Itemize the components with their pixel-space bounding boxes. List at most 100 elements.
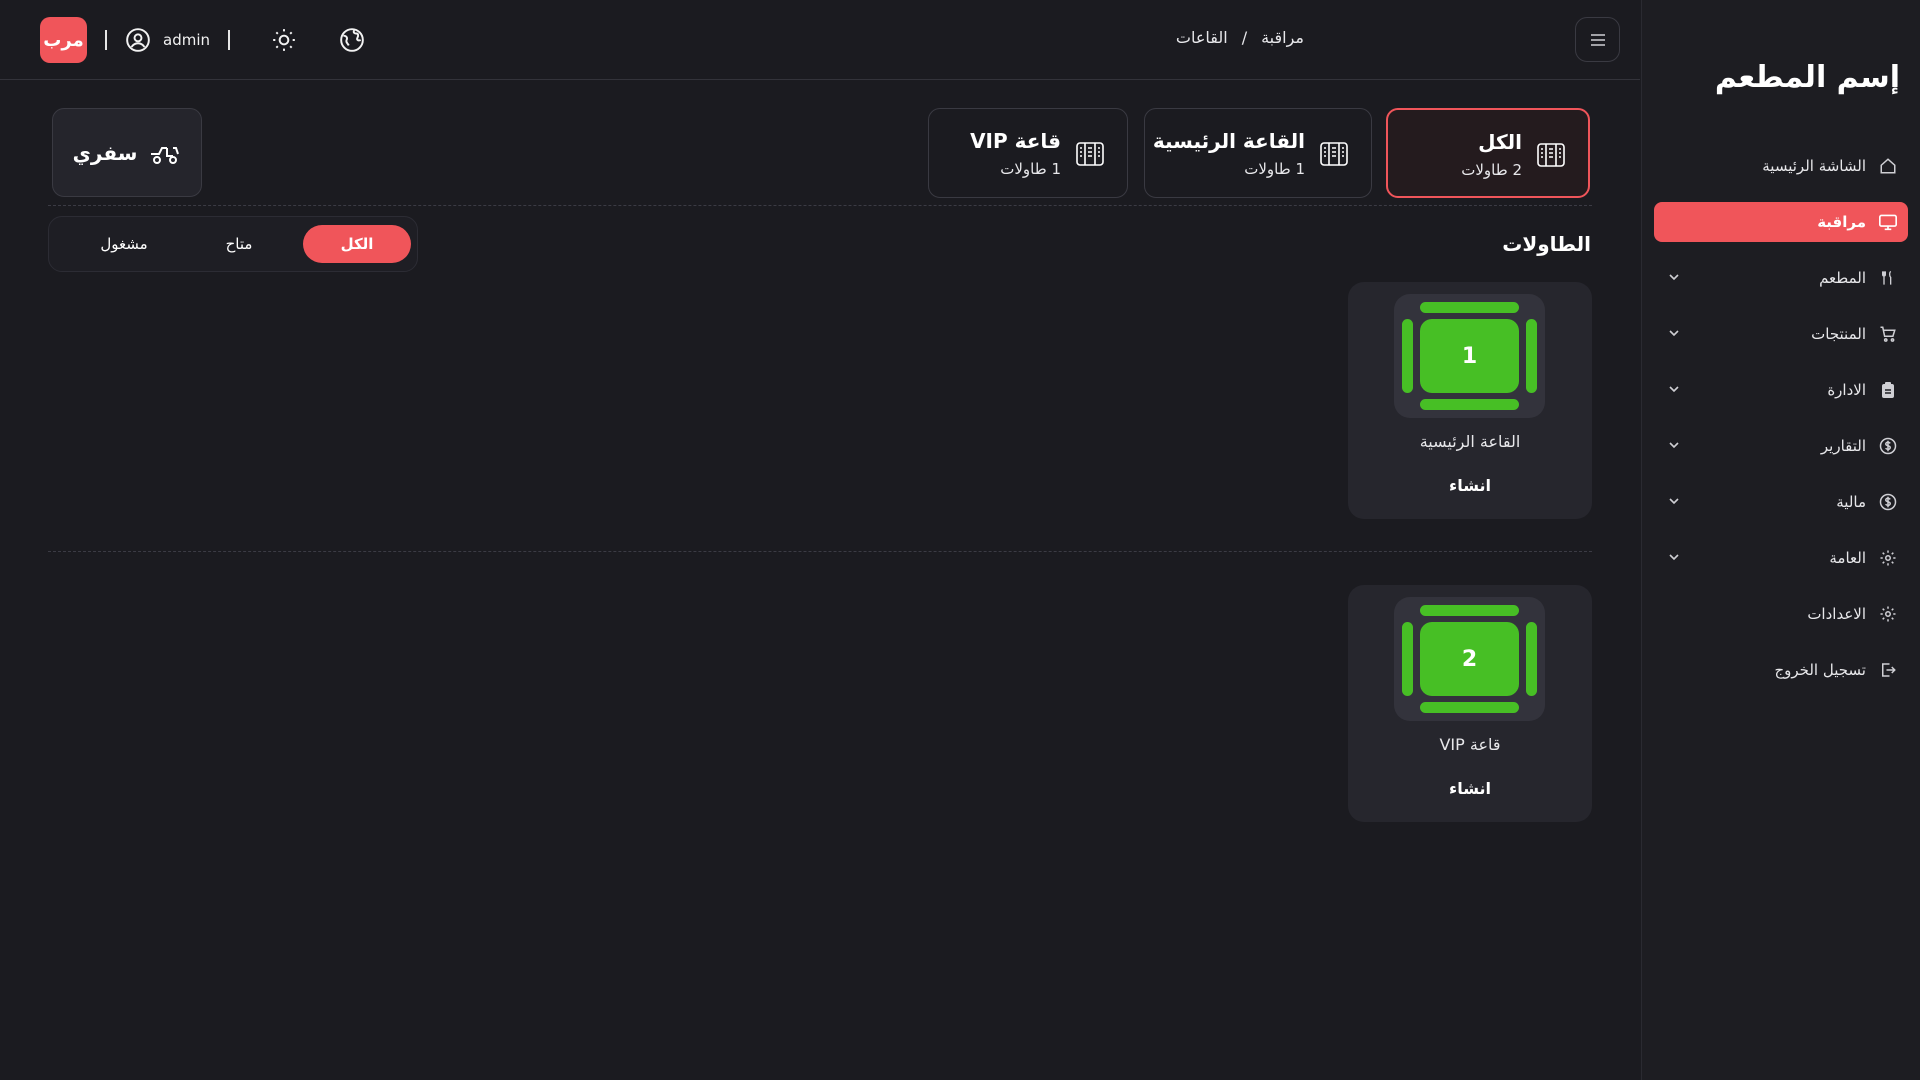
table-hall-name: قاعة VIP xyxy=(1439,735,1501,754)
top-header: مراقبة / القاعات مرب admin xyxy=(0,0,1640,80)
sidebar-item-home[interactable]: الشاشة الرئيسية xyxy=(1654,146,1908,186)
table-card[interactable]: 1 القاعة الرئيسية انشاء xyxy=(1348,282,1592,519)
logo-text: مرب xyxy=(43,29,84,51)
tables-section-title: الطاولات xyxy=(1502,232,1591,256)
section-divider xyxy=(48,551,1592,552)
hall-name: القاعة الرئيسية xyxy=(1152,129,1305,153)
sidebar-item-label: العامة xyxy=(1829,549,1866,567)
monitor-icon xyxy=(1878,212,1898,232)
table-diagram: 1 xyxy=(1394,294,1545,418)
table-diagram: 2 xyxy=(1394,597,1545,721)
dollar-icon xyxy=(1878,492,1898,512)
table-number: 1 xyxy=(1420,319,1519,393)
chevron-down-icon xyxy=(1669,554,1679,561)
chevron-down-icon xyxy=(1669,386,1679,393)
gear-icon xyxy=(1878,548,1898,568)
breadcrumb: مراقبة / القاعات xyxy=(1176,28,1304,47)
sidebar-item-label: الشاشة الرئيسية xyxy=(1762,157,1866,175)
breadcrumb-separator: / xyxy=(1241,28,1248,47)
sidebar-item-settings[interactable]: الاعدادات xyxy=(1654,594,1908,634)
globe-icon xyxy=(340,28,364,52)
hall-table-count: 2 طاولات xyxy=(1461,161,1522,179)
chair-bottom xyxy=(1420,702,1519,713)
sidebar-item-label: تسجيل الخروج xyxy=(1774,661,1866,679)
filter-available-button[interactable]: متاح xyxy=(189,225,289,263)
chevron-down-icon xyxy=(1669,442,1679,449)
sidebar-item-label: مالية xyxy=(1836,493,1866,511)
divider xyxy=(228,30,230,50)
delivery-icon xyxy=(151,146,180,164)
hall-tab-vip[interactable]: قاعة VIP 1 طاولات xyxy=(928,108,1128,198)
chair-right xyxy=(1526,622,1537,696)
filter-occupied-button[interactable]: مشغول xyxy=(69,225,179,263)
home-icon xyxy=(1878,156,1898,176)
hall-tab-main[interactable]: القاعة الرئيسية 1 طاولات xyxy=(1144,108,1372,198)
chevron-down-icon xyxy=(1669,274,1679,281)
takeaway-button[interactable]: سفري xyxy=(52,108,202,197)
hall-table-count: 1 طاولات xyxy=(1244,160,1305,178)
sidebar-item-restaurant[interactable]: المطعم xyxy=(1654,258,1908,298)
username: admin xyxy=(163,31,210,49)
hall-tabs: الكل 2 طاولات القاعة الرئيسية 1 طاولات ق… xyxy=(0,108,1640,198)
app-root: إسم المطعم الشاشة الرئيسية مراقبة المطعم xyxy=(0,0,1920,1080)
sidebar-item-logout[interactable]: تسجيل الخروج xyxy=(1654,650,1908,690)
clipboard-icon xyxy=(1878,380,1898,400)
sun-icon xyxy=(273,29,295,51)
create-order-button[interactable]: انشاء xyxy=(1348,476,1592,495)
sidebar-item-label: مراقبة xyxy=(1817,213,1866,231)
table-card[interactable]: 2 قاعة VIP انشاء xyxy=(1348,585,1592,822)
restaurant-name: إسم المطعم xyxy=(1714,60,1900,95)
hall-tab-all[interactable]: الكل 2 طاولات xyxy=(1386,108,1590,198)
sidebar-item-finance[interactable]: مالية xyxy=(1654,482,1908,522)
sidebar-item-reports[interactable]: التقارير xyxy=(1654,426,1908,466)
table-grid-icon xyxy=(1076,142,1104,166)
user-menu[interactable]: admin xyxy=(125,27,210,53)
chair-right xyxy=(1526,319,1537,393)
theme-toggle-button[interactable] xyxy=(270,26,298,54)
chevron-down-icon xyxy=(1669,498,1679,505)
cart-icon xyxy=(1878,324,1898,344)
sidebar-item-monitoring[interactable]: مراقبة xyxy=(1654,202,1908,242)
breadcrumb-item-halls[interactable]: القاعات xyxy=(1176,28,1228,47)
table-grid-icon xyxy=(1320,142,1348,166)
hamburger-icon xyxy=(1590,33,1605,46)
breadcrumb-item-monitoring[interactable]: مراقبة xyxy=(1261,28,1304,47)
sidebar-item-label: الاعدادات xyxy=(1807,605,1866,623)
chair-bottom xyxy=(1420,399,1519,410)
sidebar: إسم المطعم الشاشة الرئيسية مراقبة المطعم xyxy=(1641,0,1920,1080)
header-actions: مرب admin xyxy=(40,17,366,63)
chair-left xyxy=(1402,319,1413,393)
create-order-button[interactable]: انشاء xyxy=(1348,779,1592,798)
sidebar-item-general[interactable]: العامة xyxy=(1654,538,1908,578)
sidebar-item-label: المنتجات xyxy=(1811,325,1866,343)
sidebar-item-management[interactable]: الادارة xyxy=(1654,370,1908,410)
table-grid-icon xyxy=(1537,143,1565,167)
chevron-down-icon xyxy=(1669,330,1679,337)
table-hall-name: القاعة الرئيسية xyxy=(1419,432,1521,451)
dollar-icon xyxy=(1878,436,1898,456)
sidebar-item-label: الادارة xyxy=(1827,381,1866,399)
utensils-icon xyxy=(1878,268,1898,288)
sidebar-item-label: المطعم xyxy=(1819,269,1866,287)
sidebar-item-products[interactable]: المنتجات xyxy=(1654,314,1908,354)
sidebar-item-label: التقارير xyxy=(1820,437,1866,455)
chair-top xyxy=(1420,605,1519,616)
menu-toggle-button[interactable] xyxy=(1575,17,1620,62)
sidebar-nav: الشاشة الرئيسية مراقبة المطعم المنتجات ا… xyxy=(1654,146,1908,706)
divider xyxy=(105,30,107,50)
language-button[interactable] xyxy=(338,26,366,54)
user-circle-icon xyxy=(126,28,150,52)
section-divider xyxy=(48,205,1592,206)
hall-name: قاعة VIP xyxy=(970,129,1061,153)
gear-icon xyxy=(1878,604,1898,624)
filter-all-button[interactable]: الكل xyxy=(303,225,411,263)
table-number: 2 xyxy=(1420,622,1519,696)
app-logo[interactable]: مرب xyxy=(40,17,87,63)
takeaway-label: سفري xyxy=(72,140,138,165)
chair-top xyxy=(1420,302,1519,313)
logout-icon xyxy=(1878,660,1898,680)
chair-left xyxy=(1402,622,1413,696)
hall-table-count: 1 طاولات xyxy=(1000,160,1061,178)
status-filter: الكل متاح مشغول xyxy=(48,216,418,272)
hall-name: الكل xyxy=(1478,130,1522,154)
